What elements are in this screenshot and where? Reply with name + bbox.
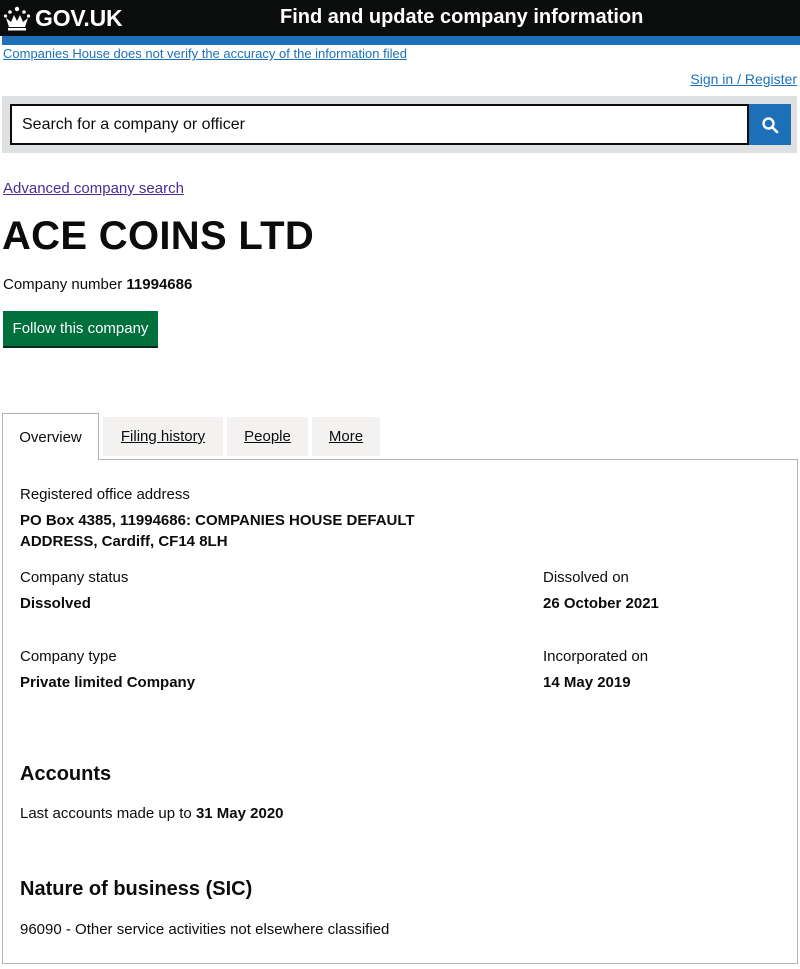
sign-in-register-link[interactable]: Sign in / Register: [690, 71, 797, 87]
company-type-value: Private limited Company: [20, 674, 196, 691]
search-input[interactable]: [10, 104, 749, 145]
accounts-text-label: Last accounts made up to: [20, 805, 192, 822]
company-number-label: Company number: [3, 276, 123, 293]
registered-office-line2: ADDRESS, Cardiff, CF14 8LH: [20, 533, 228, 550]
company-number: Company number 11994686: [3, 276, 192, 293]
tab-people[interactable]: People: [227, 417, 308, 456]
incorporated-on-value: 14 May 2019: [543, 674, 631, 691]
tab-overview[interactable]: Overview: [2, 413, 99, 460]
advanced-search-link[interactable]: Advanced company search: [3, 180, 184, 197]
accounts-heading: Accounts: [20, 763, 112, 785]
header-accent-bar: [2, 36, 800, 45]
tab-more[interactable]: More: [312, 417, 380, 456]
site-header: GOV.UK Find and update company informati…: [0, 0, 800, 36]
company-name-heading: ACE COINS LTD: [2, 214, 315, 258]
dissolved-on-value: 26 October 2021: [543, 595, 659, 612]
govuk-logo-link[interactable]: GOV.UK: [3, 3, 123, 33]
follow-company-button[interactable]: Follow this company: [3, 311, 158, 346]
incorporated-on-label: Incorporated on: [543, 648, 649, 665]
search-bar: [2, 96, 797, 153]
govuk-logo-text: GOV.UK: [35, 4, 123, 31]
search-button[interactable]: [749, 104, 791, 145]
accounts-text: Last accounts made up to 31 May 2020: [20, 805, 284, 822]
dissolved-on-label: Dissolved on: [543, 569, 629, 586]
crown-icon: [3, 6, 31, 31]
accounts-date: 31 May 2020: [195, 805, 284, 822]
tab-filing-history[interactable]: Filing history: [103, 417, 223, 456]
overview-panel: Registered office address PO Box 4385, 1…: [2, 459, 798, 964]
company-status-label: Company status: [20, 569, 129, 586]
search-icon: [762, 116, 779, 133]
company-tabs: Overview Filing history People More: [2, 413, 799, 460]
disclaimer-link[interactable]: Companies House does not verify the accu…: [3, 46, 407, 61]
sic-item: 96090 - Other service activities not els…: [20, 921, 390, 938]
company-status-value: Dissolved: [20, 595, 91, 612]
registered-office-label: Registered office address: [20, 486, 190, 503]
company-type-label: Company type: [20, 648, 117, 665]
service-name-link[interactable]: Find and update company information: [280, 6, 643, 29]
registered-office-line1: PO Box 4385, 11994686: COMPANIES HOUSE D…: [20, 512, 415, 529]
company-number-value: 11994686: [126, 276, 193, 293]
sic-heading: Nature of business (SIC): [20, 878, 253, 900]
